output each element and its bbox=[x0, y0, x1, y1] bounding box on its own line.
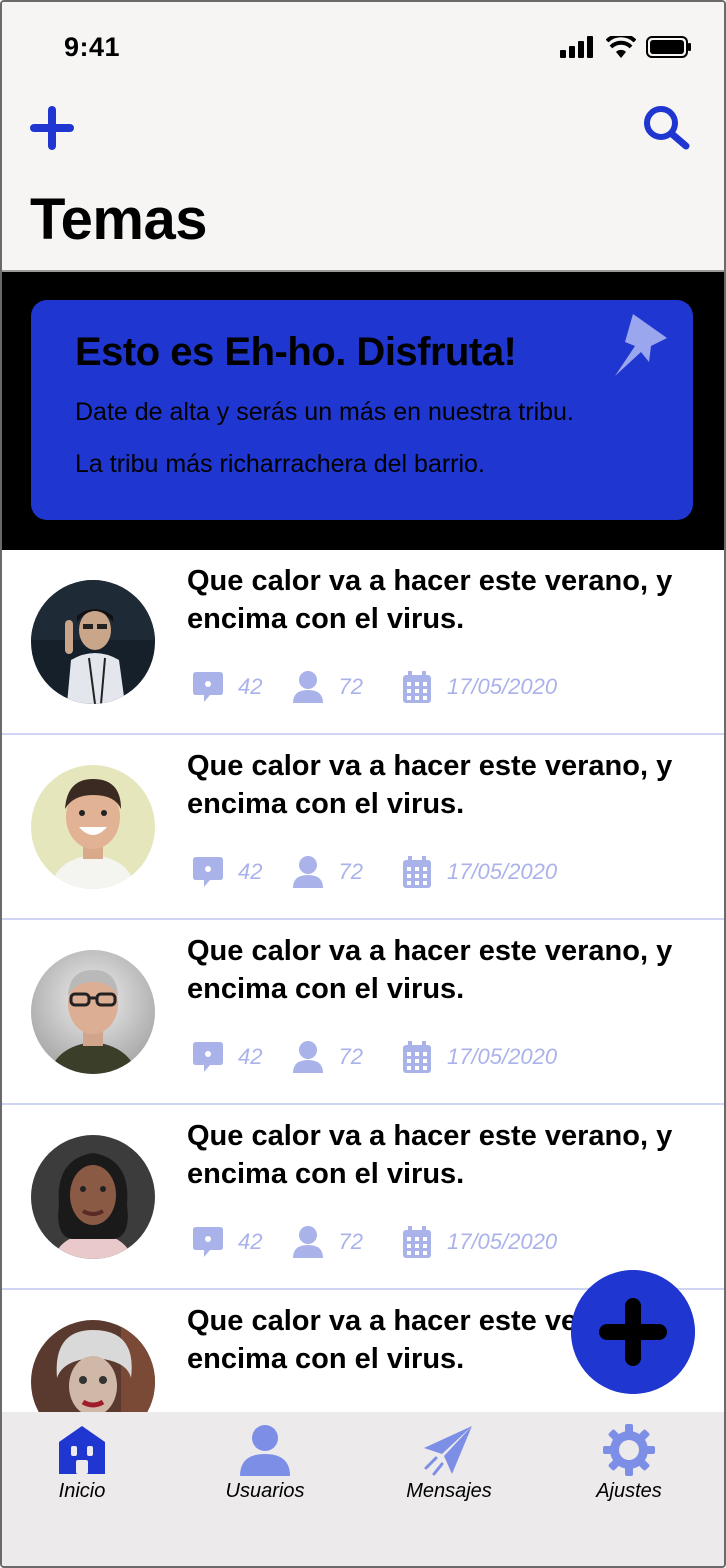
status-time: 9:41 bbox=[64, 32, 121, 62]
topic-title: Que calor va a hacer este verano, y enci… bbox=[187, 565, 673, 635]
topic-title: Que calor va a hacer este verano, y enci… bbox=[187, 750, 673, 820]
calendar-icon bbox=[402, 1226, 431, 1258]
tab-label: Ajustes bbox=[596, 1480, 662, 1502]
topic-date: 17/05/2020 bbox=[446, 1044, 558, 1069]
chat-bubble-icon bbox=[193, 1042, 223, 1072]
welcome-banner[interactable]: Esto es Eh-ho. Disfruta! Date de alta y … bbox=[31, 300, 693, 520]
banner-title: Esto es Eh-ho. Disfruta! bbox=[75, 330, 517, 374]
topic-title: Que calor va a hacer este verano, y enci… bbox=[187, 1120, 673, 1190]
reply-count: 42 bbox=[238, 674, 263, 699]
wifi-icon bbox=[606, 36, 636, 58]
user-icon bbox=[293, 1226, 324, 1258]
avatar bbox=[31, 950, 155, 1074]
chat-bubble-icon bbox=[193, 672, 223, 702]
app-screen: 9:41 Temas Esto es Eh-ho. Disfruta! Date… bbox=[0, 0, 726, 1568]
reply-count: 42 bbox=[238, 1229, 263, 1254]
topic-meta: 42 72 17/05/2020 bbox=[192, 1225, 557, 1259]
tab-bar: Inicio Usuarios Mensajes Ajustes bbox=[2, 1412, 724, 1566]
chat-bubble-icon bbox=[193, 1227, 223, 1257]
search-button[interactable] bbox=[642, 104, 692, 152]
topic-row[interactable]: Que calor va a hacer este verano, y enci… bbox=[2, 1105, 724, 1290]
topic-row[interactable]: Que calor va a hacer este verano, y enci… bbox=[2, 735, 724, 920]
tab-label: Usuarios bbox=[225, 1480, 305, 1502]
pin-icon bbox=[615, 314, 667, 376]
topic-date: 17/05/2020 bbox=[446, 674, 558, 699]
topic-row[interactable]: Que calor va a hacer este verano, y enci… bbox=[2, 550, 724, 735]
avatar bbox=[31, 1135, 155, 1259]
user-count: 72 bbox=[338, 1229, 363, 1254]
topic-meta: 42 72 17/05/2020 bbox=[192, 670, 557, 704]
page-title: Temas bbox=[30, 187, 207, 252]
topic-date: 17/05/2020 bbox=[446, 859, 558, 884]
home-icon bbox=[59, 1426, 105, 1474]
avatar bbox=[31, 580, 155, 704]
topic-row[interactable]: Que calor va a hacer este verano, y enci… bbox=[2, 920, 724, 1105]
user-icon bbox=[240, 1425, 290, 1476]
topic-title: Que calor va a hacer este verano, y enci… bbox=[187, 935, 673, 1005]
reply-count: 42 bbox=[238, 1044, 263, 1069]
new-topic-fab[interactable] bbox=[571, 1270, 695, 1394]
calendar-icon bbox=[402, 671, 431, 703]
avatar bbox=[31, 765, 155, 889]
chat-bubble-icon bbox=[193, 857, 223, 887]
calendar-icon bbox=[402, 856, 431, 888]
banner-text-line-2: La tribu más richarrachera del barrio. bbox=[75, 450, 485, 478]
tab-label: Mensajes bbox=[406, 1480, 492, 1502]
header: Temas bbox=[2, 90, 724, 272]
user-icon bbox=[293, 1041, 324, 1073]
user-icon bbox=[293, 671, 324, 703]
topic-date: 17/05/2020 bbox=[446, 1229, 558, 1254]
tab-ajustes[interactable]: Ajustes bbox=[559, 1424, 699, 1503]
banner-container: Esto es Eh-ho. Disfruta! Date de alta y … bbox=[2, 272, 724, 550]
gear-icon bbox=[603, 1424, 655, 1476]
add-topic-button[interactable] bbox=[28, 104, 76, 152]
user-count: 72 bbox=[338, 674, 363, 699]
status-icons bbox=[560, 36, 692, 58]
battery-icon bbox=[646, 36, 691, 58]
user-count: 72 bbox=[338, 859, 363, 884]
signal-icon bbox=[560, 36, 593, 58]
topic-meta: 42 72 17/05/2020 bbox=[192, 855, 557, 889]
status-bar: 9:41 bbox=[2, 2, 724, 90]
topic-meta: 42 72 17/05/2020 bbox=[192, 1040, 557, 1074]
tab-inicio[interactable]: Inicio bbox=[12, 1424, 152, 1503]
tab-mensajes[interactable]: Mensajes bbox=[379, 1424, 519, 1503]
tab-usuarios[interactable]: Usuarios bbox=[195, 1424, 335, 1503]
calendar-icon bbox=[402, 1041, 431, 1073]
reply-count: 42 bbox=[238, 859, 263, 884]
tab-label: Inicio bbox=[58, 1480, 106, 1502]
paper-plane-icon bbox=[424, 1426, 472, 1476]
user-count: 72 bbox=[338, 1044, 363, 1069]
banner-text-line-1: Date de alta y serás un más en nuestra t… bbox=[75, 398, 574, 426]
user-icon bbox=[293, 856, 324, 888]
